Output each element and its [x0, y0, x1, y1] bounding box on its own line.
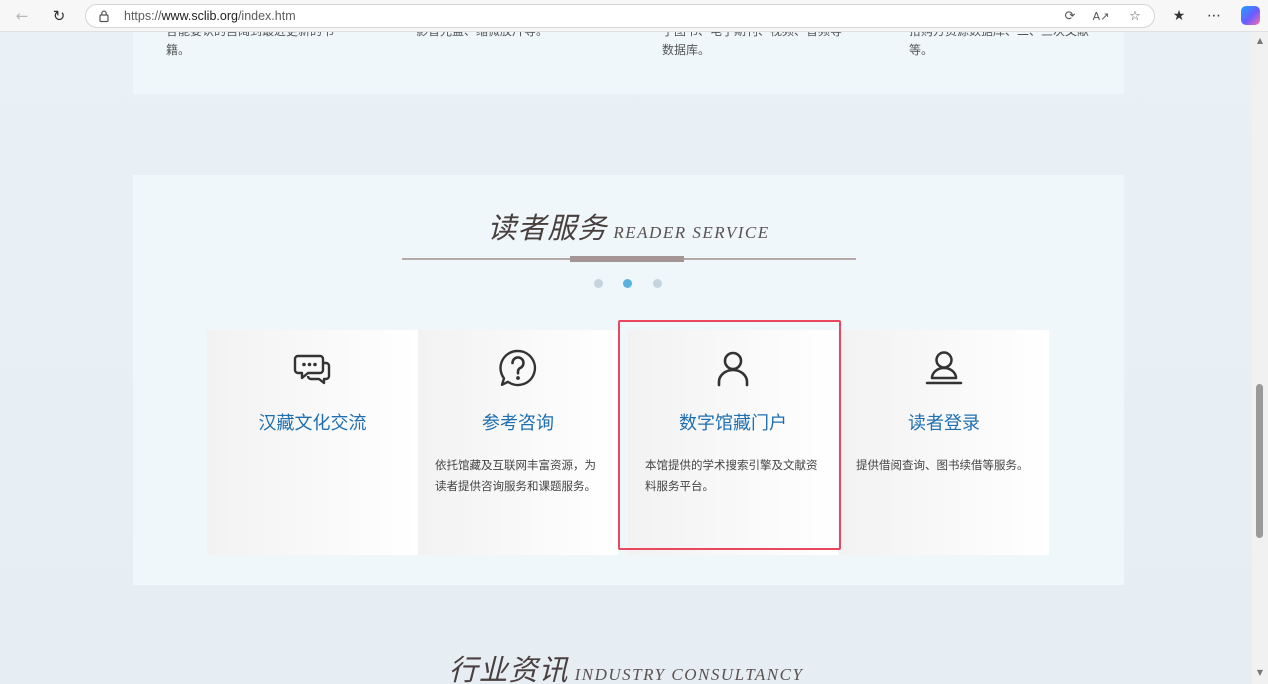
title-divider-accent — [570, 256, 684, 262]
industry-section-title: 行业资讯 INDUSTRY CONSULTANCY — [0, 647, 1252, 684]
section-title: 读者服务 READER SERVICE — [133, 205, 1124, 247]
vertical-scrollbar[interactable]: ▲ ▼ — [1252, 32, 1268, 684]
industry-title-cn: 行业资讯 — [448, 653, 569, 684]
collection-desc-1: 各能要认的宫阔到最近更新的书籍。 — [166, 32, 334, 57]
more-menu-icon[interactable]: ⋯ — [1203, 5, 1225, 27]
page-viewport: 各能要认的宫阔到最近更新的书籍。 影音光盘、缩微胶片等。 子图书、电子期刊、视频… — [0, 32, 1252, 684]
url-text: https://www.sclib.org/index.htm — [124, 9, 296, 23]
service-card-reference[interactable]: 参考咨询 依托馆藏及互联网丰富资源，为读者提供咨询服务和课题服务。 — [418, 330, 618, 555]
service-card-tibetan-culture[interactable]: 汉藏文化交流 — [207, 330, 418, 555]
section-title-en: READER SERVICE — [613, 223, 770, 242]
section-title-cn: 读者服务 — [487, 211, 608, 245]
question-circle-icon — [499, 349, 537, 387]
card-title: 汉藏文化交流 — [258, 413, 367, 434]
service-card-reader-login[interactable]: 读者登录 提供借阅查询、图书续借等服务。 — [839, 330, 1049, 555]
card-title: 读者登录 — [908, 413, 980, 434]
highlight-box — [618, 320, 841, 550]
url-host: www.sclib.org — [161, 9, 238, 23]
carousel-dot-3[interactable] — [653, 279, 662, 288]
carousel-dot-1[interactable] — [594, 279, 603, 288]
card-title: 参考咨询 — [482, 413, 554, 434]
reader-service-section: 读者服务 READER SERVICE 汉藏文化交流 参考咨询 依托馆藏及互联网丰… — [133, 175, 1124, 585]
collection-desc-3: 子图书、电子期刊、视频、音频等数据库。 — [662, 32, 842, 57]
scroll-down-icon[interactable]: ▼ — [1255, 668, 1265, 678]
browser-toolbar: ← ↻ https://www.sclib.org/index.htm ⟳ A↗… — [0, 0, 1268, 32]
lock-icon — [99, 10, 109, 23]
collection-panel-partial: 各能要认的宫阔到最近更新的书籍。 影音光盘、缩微胶片等。 子图书、电子期刊、视频… — [133, 32, 1124, 94]
back-icon[interactable]: ← — [11, 5, 33, 27]
refresh-icon[interactable]: ↻ — [48, 5, 70, 27]
url-prefix: https:// — [124, 9, 162, 23]
copilot-icon[interactable] — [1241, 6, 1260, 25]
translate-icon[interactable]: ⟳ — [1061, 8, 1079, 26]
address-bar[interactable]: https://www.sclib.org/index.htm ⟳ A↗ ☆ — [85, 4, 1155, 28]
favorites-icon[interactable]: ★ — [1168, 5, 1190, 27]
carousel-dot-2[interactable] — [623, 279, 632, 288]
favorite-star-icon[interactable]: ☆ — [1126, 8, 1144, 26]
card-description: 依托馆藏及互联网丰富资源，为读者提供咨询服务和课题服务。 — [435, 458, 596, 493]
user-login-icon — [925, 351, 963, 385]
scrollbar-thumb[interactable] — [1256, 384, 1263, 538]
industry-title-en: INDUSTRY CONSULTANCY — [574, 665, 804, 684]
url-path: /index.htm — [237, 9, 296, 23]
collection-desc-4: 拾购方资源数据库、二、三次文献等。 — [909, 32, 1089, 57]
read-aloud-icon[interactable]: A↗ — [1092, 8, 1110, 26]
scroll-up-icon[interactable]: ▲ — [1255, 36, 1265, 46]
chat-bubbles-icon — [293, 354, 330, 385]
card-description: 提供借阅查询、图书续借等服务。 — [856, 458, 1029, 472]
collection-desc-2: 影音光盘、缩微胶片等。 — [416, 32, 606, 41]
